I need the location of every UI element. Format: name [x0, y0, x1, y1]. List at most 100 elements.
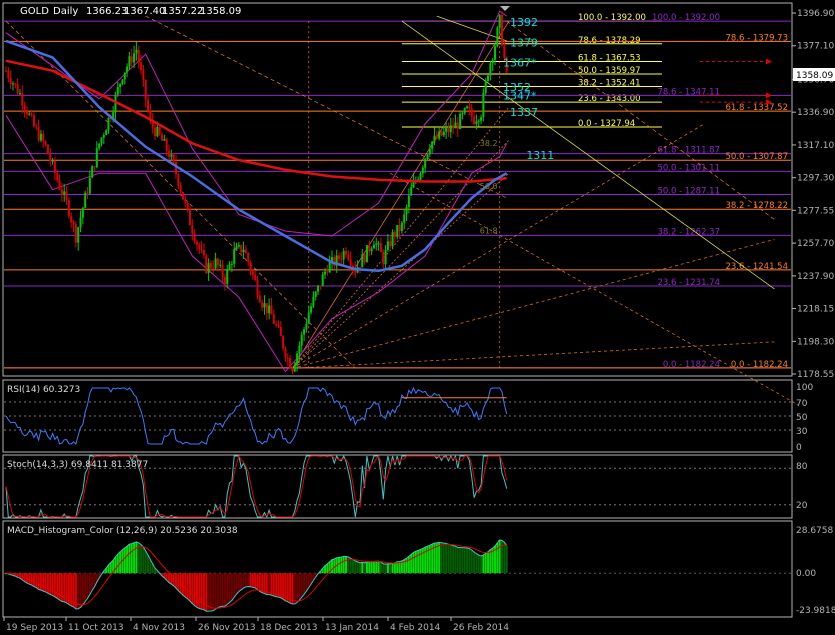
- candle-body: [400, 222, 403, 232]
- macd-bar: [256, 573, 259, 590]
- candle-body: [233, 249, 236, 264]
- candle-body: [396, 225, 399, 237]
- candle-body: [86, 192, 89, 194]
- candle-body: [258, 295, 261, 303]
- symbol-label: GOLD: [20, 6, 49, 17]
- candle-body: [156, 127, 159, 137]
- candle-body: [480, 117, 483, 121]
- macd-bar: [188, 573, 191, 602]
- candle-body: [440, 131, 443, 136]
- candle-body: [39, 133, 42, 141]
- candle-body: [161, 134, 164, 141]
- macd-bar: [480, 556, 483, 574]
- candle-body: [442, 131, 445, 136]
- candle-body: [193, 233, 196, 242]
- candle-body: [293, 364, 296, 372]
- macd-bar: [466, 547, 469, 574]
- candle-body: [391, 232, 394, 247]
- macd-bar: [358, 562, 361, 574]
- macd-bar: [270, 573, 273, 596]
- macd-bar: [475, 553, 478, 574]
- candle-body: [249, 262, 252, 272]
- candle-body: [289, 357, 292, 368]
- candle-body: [200, 248, 203, 250]
- candle-body: [386, 241, 389, 250]
- macd-bar: [275, 573, 278, 597]
- candle-body: [205, 255, 208, 273]
- candle-body: [60, 189, 63, 195]
- macd-level-bottom: -23.9818: [796, 606, 835, 616]
- time-tick-label: 26 Nov 2013: [198, 623, 256, 633]
- level-annotation: 38.2: [480, 139, 498, 148]
- fib-label: 50.0 - 1307.87: [725, 152, 788, 162]
- macd-bar: [445, 543, 448, 574]
- macd-bar: [398, 561, 401, 574]
- candle-body: [286, 357, 289, 359]
- candle-body: [137, 49, 140, 63]
- candle-body: [310, 306, 313, 313]
- macd-bar: [463, 547, 466, 574]
- macd-bar: [498, 539, 501, 574]
- macd-bar: [377, 561, 380, 574]
- macd-bar: [237, 573, 240, 592]
- macd-bar: [477, 555, 480, 574]
- macd-bar: [77, 573, 80, 609]
- candle-body: [466, 106, 469, 109]
- fib-label: 78.6 - 1347.11: [657, 87, 720, 97]
- high-value: 1367.40: [124, 6, 165, 17]
- candle-body: [216, 258, 219, 266]
- candle-body: [228, 264, 231, 270]
- candle-body: [174, 162, 177, 175]
- candle-body: [142, 70, 145, 80]
- candle-body: [32, 114, 35, 127]
- macd-bar: [130, 543, 133, 574]
- candle-body: [133, 53, 136, 63]
- candle-body: [128, 56, 131, 67]
- candle-body: [135, 49, 138, 54]
- candle-body: [377, 243, 380, 245]
- time-tick-label: 4 Nov 2013: [133, 623, 185, 633]
- macd-bar: [272, 573, 275, 597]
- macd-bar: [142, 547, 145, 574]
- rsi-level-100: 100: [796, 383, 813, 393]
- candle-body: [265, 303, 268, 314]
- candle-body: [53, 160, 56, 174]
- macd-bar: [396, 561, 399, 574]
- chart-canvas: 100.0 - 1392.00 78.6 - 1378.29 61.8 - 1367…: [0, 0, 835, 635]
- candle-body: [314, 291, 317, 297]
- candle-body: [363, 254, 366, 263]
- macd-bar: [296, 573, 299, 603]
- level-annotation: 1347*: [503, 90, 537, 103]
- fib-label: 0.0 - 1327.94: [578, 119, 635, 129]
- macd-bar: [242, 573, 245, 589]
- level-annotation: 50.0: [480, 182, 498, 191]
- candle-body: [121, 79, 124, 84]
- candle-body: [482, 92, 485, 118]
- price-tick-label: 1198.30: [797, 337, 834, 347]
- candle-body: [74, 224, 77, 243]
- candle-body: [181, 191, 184, 200]
- macd-bar: [293, 573, 296, 604]
- macd-bar: [226, 573, 229, 605]
- candle-body: [268, 305, 271, 314]
- candle-body: [219, 264, 222, 266]
- macd-bar: [233, 573, 236, 598]
- candle-body: [105, 130, 108, 136]
- candle-body: [496, 27, 499, 47]
- candle-body: [431, 141, 434, 149]
- macd-bar: [46, 573, 49, 594]
- macd-bar: [484, 553, 487, 574]
- candle-body: [361, 254, 364, 268]
- candle-body: [244, 249, 247, 254]
- macd-bar: [91, 573, 94, 591]
- macd-bar: [254, 573, 257, 588]
- candle-body: [398, 225, 401, 232]
- candle-body: [184, 199, 187, 203]
- macd-bar: [200, 573, 203, 610]
- candle-body: [23, 105, 26, 110]
- candle-body: [303, 329, 306, 335]
- macd-bar: [338, 557, 341, 574]
- candle-body: [410, 187, 413, 196]
- candle-body: [207, 263, 210, 273]
- price-tick-label: 1297.30: [797, 174, 834, 184]
